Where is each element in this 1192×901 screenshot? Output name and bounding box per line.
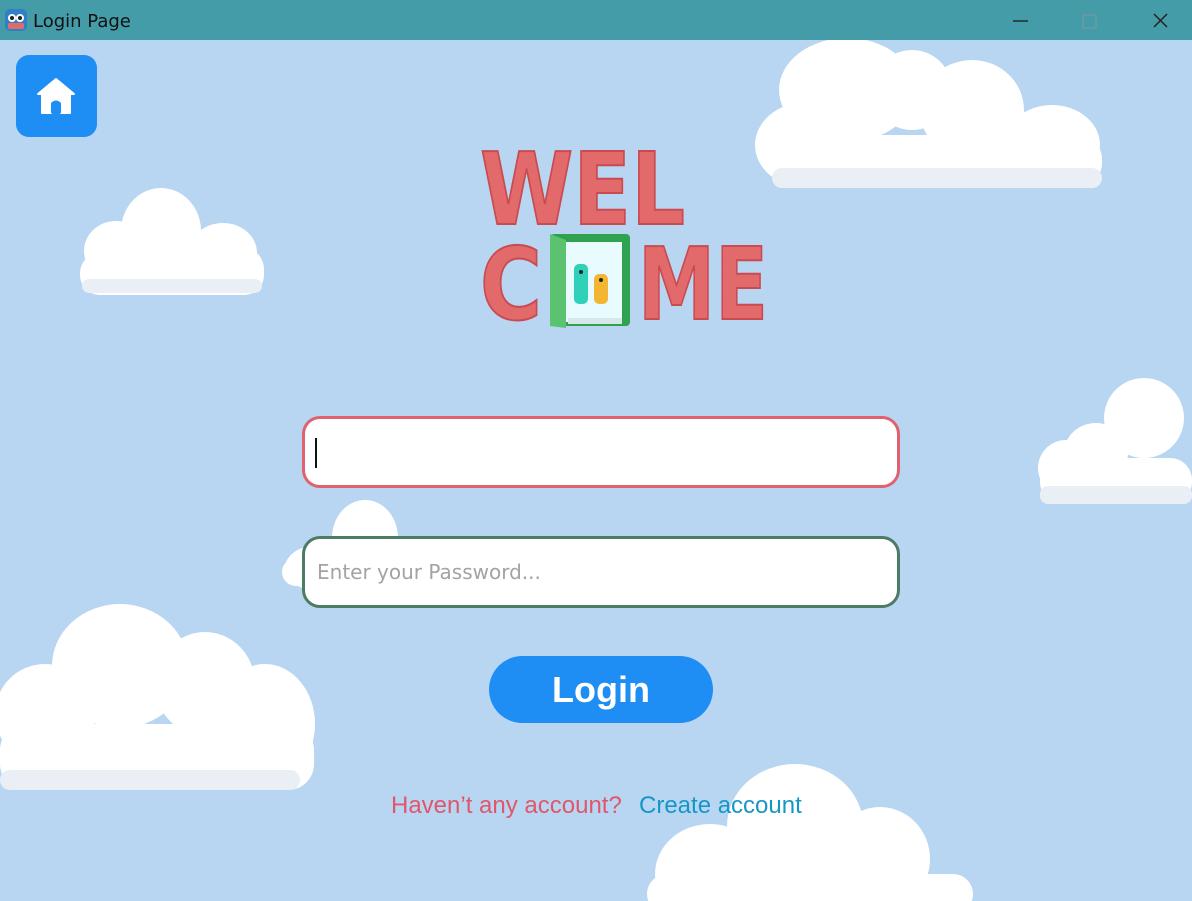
title-bar: Login Page	[0, 0, 1192, 40]
logo-letters-me: ME	[638, 226, 768, 334]
cloud-bottom-right	[647, 764, 973, 901]
login-button[interactable]: Login	[489, 656, 713, 723]
username-input[interactable]	[305, 419, 897, 485]
password-field[interactable]	[302, 536, 900, 608]
login-window: Login Page WEL C ME Login Haven’t any ac…	[0, 0, 1192, 901]
home-button[interactable]	[16, 55, 97, 137]
minimize-icon[interactable]	[990, 0, 1050, 40]
cloud-right-middle	[1038, 378, 1192, 504]
cloud-left-upper	[80, 188, 264, 295]
cloud-bottom-left	[0, 604, 315, 790]
app-icon	[5, 9, 27, 31]
create-account-link[interactable]: Create account	[639, 792, 802, 820]
door-icon	[550, 234, 630, 328]
text-caret	[315, 438, 317, 468]
home-icon	[37, 78, 75, 114]
cloud-top-right	[755, 40, 1102, 188]
no-account-text: Haven’t any account?	[391, 792, 622, 819]
logo-letter-c: C	[480, 226, 542, 334]
username-field[interactable]	[302, 416, 900, 488]
maximize-icon[interactable]	[1060, 0, 1120, 40]
close-icon[interactable]	[1130, 0, 1190, 40]
window-title: Login Page	[33, 11, 131, 32]
password-input[interactable]	[305, 539, 897, 605]
welcome-logo: WEL C ME	[479, 134, 769, 334]
